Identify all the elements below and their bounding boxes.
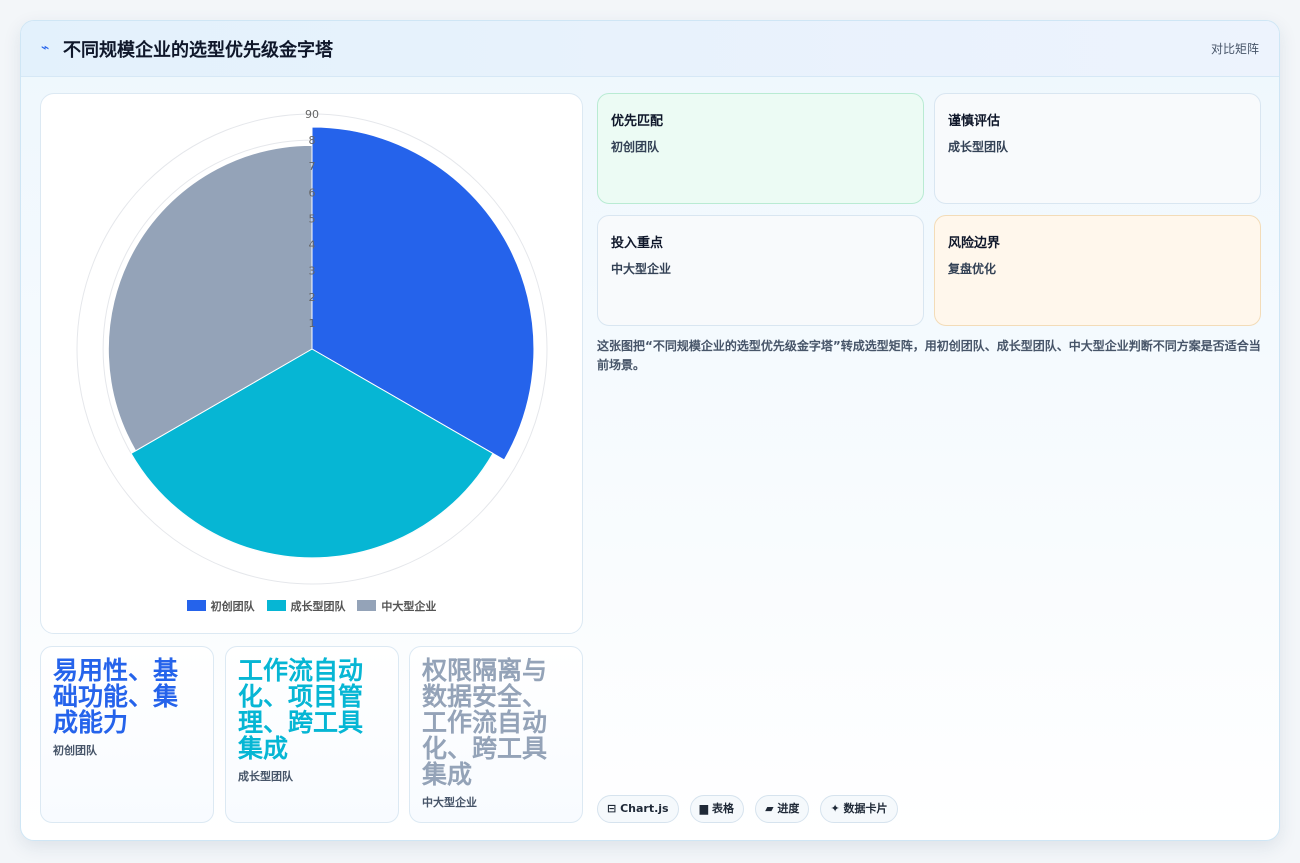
tile-label: 成长型团队 [238,770,293,783]
tag-label: 表格 [711,802,734,815]
chart-legend: 初创团队 成长型团队 中大型企业 [41,598,582,614]
tag-list: ⊟ Chart.js ▆ 表格 ▰ 进度 ✦ 数据卡片 [597,795,904,823]
priority-tile: 易用性、基础功能、集成能力 初创团队 [40,646,214,823]
tile-label: 初创团队 [53,744,97,757]
tag-progress[interactable]: ▰ 进度 [755,795,810,823]
tag-data-card[interactable]: ✦ 数据卡片 [820,795,898,823]
legend-label: 初创团队 [210,600,255,613]
r-tick-label: 2 [309,291,316,304]
r-tick-label: 90 [305,108,319,121]
r-tick-label: 3 [309,265,316,278]
matrix-card-title: 优先匹配 [611,114,664,129]
legend-item[interactable]: 中大型企业 [357,598,436,614]
r-tick-label: 5 [309,212,316,225]
legend-label: 成长型团队 [290,600,346,613]
matrix-card-value: 中大型企业 [611,262,672,276]
tag-label: 数据卡片 [843,802,888,815]
tile-label: 中大型企业 [422,796,477,809]
legend-item[interactable]: 初创团队 [186,598,255,614]
polar-area-chart: 90 8 7 6 5 4 3 2 1 [76,108,548,585]
sparkle-icon: ✦ [830,802,840,815]
matrix-card-title: 风险边界 [948,236,1001,251]
legend-label: 中大型企业 [381,600,437,613]
priority-tile: 工作流自动化、项目管理、跨工具集成 成长型团队 [225,646,399,823]
chart-card: 90 8 7 6 5 4 3 2 1 初创团队 成长型团队 中大型企业 [40,93,583,634]
matrix-card: 风险边界 复盘优化 [934,215,1261,326]
table-icon: ▆ [699,802,709,815]
tag-chartjs[interactable]: ⊟ Chart.js [597,795,679,823]
legend-swatch [186,600,206,611]
r-tick-label: 7 [309,160,316,173]
bolt-icon: ⌁ [41,40,50,56]
legend-swatch [357,600,377,611]
tile-priorities: 易用性、基础功能、集成能力 [53,656,179,737]
legend-item[interactable]: 成长型团队 [266,598,346,614]
tag-label: Chart.js [620,802,669,815]
r-tick-label: 6 [309,186,316,199]
view-mode-label[interactable]: 对比矩阵 [1211,40,1259,57]
tag-label: 进度 [777,802,800,815]
matrix-card-value: 复盘优化 [948,262,997,276]
tile-priorities: 工作流自动化、项目管理、跨工具集成 [238,656,364,763]
r-tick-label: 1 [309,317,316,330]
priority-tile: 权限隔离与数据安全、工作流自动化、跨工具集成 中大型企业 [409,646,583,823]
legend-swatch [266,600,286,611]
chart-description: 这张图把“不同规模企业的选型优先级金字塔”转成选型矩阵，用初创团队、成长型团队、… [597,339,1261,372]
r-tick-label: 4 [309,239,316,252]
r-tick-label: 8 [309,134,316,147]
matrix-card-title: 投入重点 [611,236,664,251]
matrix-card-value: 初创团队 [611,140,660,154]
matrix-card: 谨慎评估 成长型团队 [934,93,1261,204]
page-title: 不同规模企业的选型优先级金字塔 [63,40,333,61]
matrix-card-title: 谨慎评估 [948,114,1001,129]
main-panel: ⌁ 不同规模企业的选型优先级金字塔 对比矩阵 90 8 7 6 5 4 3 2 1 初创团队 成… [20,20,1280,841]
tag-table[interactable]: ▆ 表格 [689,795,744,823]
tile-priorities: 权限隔离与数据安全、工作流自动化、跨工具集成 [422,656,548,789]
progress-icon: ▰ [765,802,774,815]
matrix-card: 优先匹配 初创团队 [597,93,924,204]
matrix-card-value: 成长型团队 [948,140,1009,154]
chart-icon: ⊟ [607,802,617,815]
matrix-card: 投入重点 中大型企业 [597,215,924,326]
header: ⌁ 不同规模企业的选型优先级金字塔 对比矩阵 [21,21,1279,77]
